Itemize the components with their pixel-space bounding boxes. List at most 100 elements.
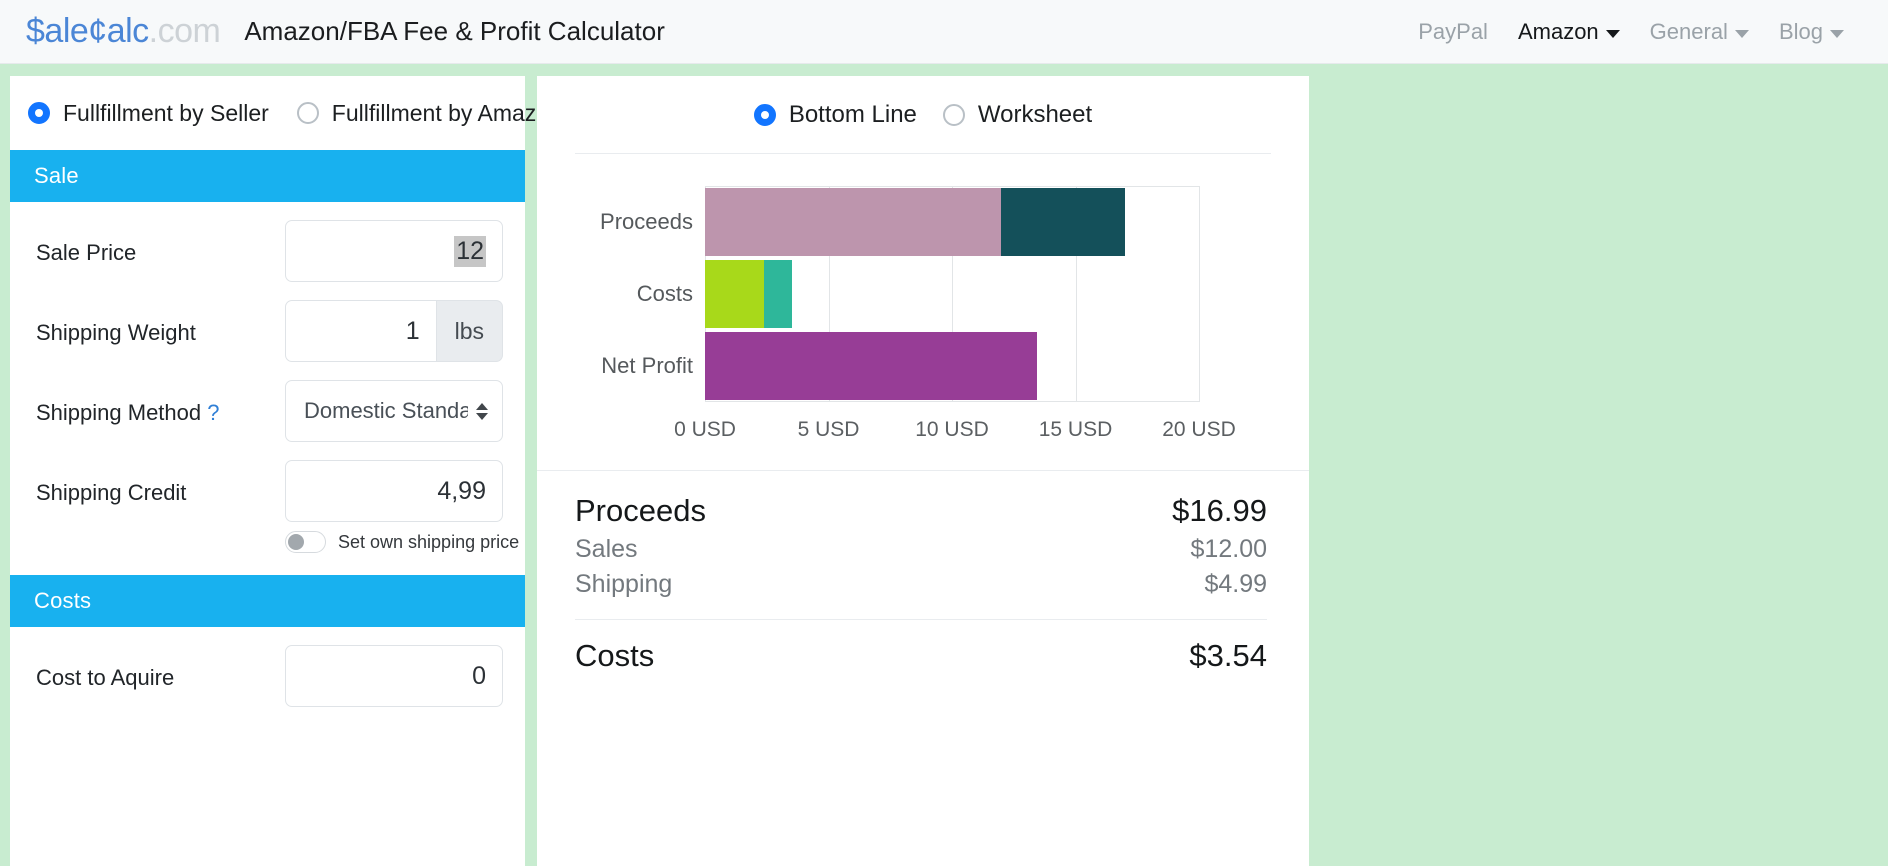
- label-shipping-credit: Shipping Credit: [36, 480, 187, 505]
- sale-price-value: 12: [454, 235, 486, 267]
- fulfillment-radio-group: Fullfillment by Seller Fullfillment by A…: [10, 76, 562, 150]
- radio-fulfillment-by-amazon[interactable]: Fullfillment by Amazon: [296, 99, 562, 127]
- select-updown-icon: [476, 402, 488, 420]
- set-own-shipping-row: Set own shipping price: [285, 531, 519, 553]
- chevron-down-icon: [1605, 29, 1620, 38]
- results-panel: Bottom Line Worksheet Proceeds Costs Net P…: [537, 76, 1309, 866]
- calculator-input-panel: Fullfillment by Seller Fullfillment by A…: [10, 76, 562, 866]
- set-own-shipping-label: Set own shipping price: [338, 531, 520, 552]
- logo-main-text: $ale¢alc: [26, 12, 149, 50]
- shipping-method-value: Domestic Standar: [304, 398, 468, 423]
- nav-item-amazon-label: Amazon: [1517, 18, 1599, 44]
- nav-item-general[interactable]: General: [1650, 19, 1749, 45]
- bottom-line-summary: Proceeds $16.99 Sales $12.00 Shipping $4…: [537, 471, 1309, 674]
- control-shipping-method: Domestic Standar: [285, 380, 503, 442]
- summary-row-proceeds: Proceeds $16.99: [575, 493, 1267, 529]
- chart-x-axis-ticks: 0 USD 5 USD 10 USD 15 USD 20 USD: [674, 418, 1236, 448]
- summary-value-sales: $12.00: [1190, 535, 1267, 563]
- radio-bottom-line[interactable]: Bottom Line: [753, 100, 917, 129]
- radio-label-amazon: Fullfillment by Amazon: [331, 99, 562, 126]
- top-navbar: $ale¢alc.com Amazon/FBA Fee & Profit Cal…: [0, 0, 1888, 64]
- chart-gridline: [1199, 186, 1200, 402]
- page-body: Fullfillment by Seller Fullfillment by A…: [0, 64, 1888, 866]
- chart-x-tick-label: 15 USD: [1038, 418, 1113, 441]
- chart-bar: [705, 260, 793, 328]
- cost-to-acquire-value: 0: [472, 661, 486, 690]
- toggle-knob: [288, 534, 304, 550]
- control-shipping-weight: 1 lbs: [285, 300, 503, 362]
- chart-category-label: Proceeds: [600, 208, 693, 234]
- radio-fulfillment-by-seller[interactable]: Fullfillment by Seller: [28, 100, 269, 127]
- radio-label-worksheet: Worksheet: [977, 100, 1093, 128]
- chevron-down-icon: [1830, 29, 1844, 38]
- summary-row-shipping: Shipping $4.99: [575, 570, 1267, 599]
- summary-label-costs: Costs: [575, 638, 655, 673]
- shipping-credit-value: 4,99: [437, 476, 486, 505]
- form-row-sale-price: Sale Price 12: [10, 202, 525, 282]
- label-shipping-method: Shipping Method ?: [36, 380, 285, 426]
- radio-label-seller: Fullfillment by Seller: [63, 99, 269, 126]
- view-toggle-radio-group: Bottom Line Worksheet: [575, 76, 1271, 154]
- chart-bar-segment: [705, 260, 765, 328]
- form-row-cost-to-acquire: Cost to Aquire 0: [10, 627, 525, 707]
- shipping-credit-input[interactable]: 4,99: [285, 460, 503, 522]
- help-icon[interactable]: ?: [207, 400, 219, 425]
- section-header-sale: Sale: [10, 150, 525, 202]
- summary-value-costs: $3.54: [1189, 638, 1267, 673]
- nav-item-amazon[interactable]: Amazon: [1518, 19, 1620, 45]
- chart-x-tick-label: 20 USD: [1162, 418, 1236, 441]
- logo-tld-text: .com: [148, 12, 221, 50]
- shipping-weight-unit: lbs: [436, 300, 503, 362]
- chart-bar: [705, 332, 1038, 400]
- nav-item-blog-label: Blog: [1778, 18, 1823, 44]
- chart-axis-top: [705, 186, 1199, 187]
- set-own-shipping-toggle[interactable]: [285, 531, 326, 553]
- form-row-shipping-weight: Shipping Weight 1 lbs: [10, 282, 525, 362]
- chart-x-tick-label: 5 USD: [797, 418, 860, 441]
- summary-divider: [575, 619, 1267, 620]
- summary-label-proceeds: Proceeds: [575, 493, 706, 528]
- summary-label-sales: Sales: [575, 535, 638, 563]
- site-logo[interactable]: $ale¢alc.com: [26, 12, 221, 51]
- chart-category-label: Costs: [636, 281, 693, 306]
- chart-bar-segment: [764, 260, 793, 328]
- chart-axis-bottom: [705, 401, 1199, 402]
- radio-indicator-bottom-line[interactable]: [753, 103, 776, 126]
- radio-label-bottom-line: Bottom Line: [788, 100, 917, 128]
- chart-bar-segment: [1001, 187, 1125, 256]
- main-nav: PayPal Amazon General Blog: [1418, 19, 1862, 45]
- control-shipping-credit: 4,99 Set own shipping price: [285, 460, 519, 553]
- shipping-method-select[interactable]: Domestic Standar: [285, 380, 503, 442]
- chart-x-tick-label: 0 USD: [674, 418, 736, 441]
- summary-label-shipping: Shipping: [575, 570, 673, 598]
- shipping-weight-group: 1 lbs: [285, 300, 503, 362]
- chart-category-label: Net Profit: [601, 353, 693, 378]
- summary-value-shipping: $4.99: [1204, 570, 1267, 598]
- cost-to-acquire-input[interactable]: 0: [285, 645, 503, 707]
- nav-item-blog[interactable]: Blog: [1779, 19, 1844, 45]
- radio-indicator-amazon[interactable]: [296, 102, 319, 124]
- nav-item-paypal-label: PayPal: [1418, 18, 1488, 44]
- chevron-down-icon: [1734, 29, 1749, 38]
- summary-value-proceeds: $16.99: [1172, 493, 1267, 528]
- label-cost-to-acquire: Cost to Aquire: [36, 665, 175, 690]
- sale-price-input[interactable]: 12: [285, 220, 503, 282]
- chart-bar: [705, 187, 1125, 256]
- label-sale-price: Sale Price: [36, 240, 137, 265]
- section-header-costs: Costs: [10, 575, 525, 627]
- radio-indicator-seller[interactable]: [28, 102, 50, 124]
- form-row-shipping-method: Shipping Method ? Domestic Standar: [10, 362, 525, 442]
- radio-worksheet[interactable]: Worksheet: [942, 100, 1093, 129]
- summary-row-costs: Costs $3.54: [575, 638, 1267, 674]
- radio-indicator-worksheet[interactable]: [942, 103, 965, 126]
- nav-item-paypal[interactable]: PayPal: [1418, 19, 1488, 45]
- chart-bar-segment: [705, 187, 1002, 256]
- page-title: Amazon/FBA Fee & Profit Calculator: [244, 16, 665, 46]
- label-shipping-method-text: Shipping Method: [36, 400, 202, 425]
- shipping-weight-input[interactable]: 1: [285, 300, 437, 362]
- control-cost-to-acquire: 0: [285, 645, 503, 707]
- chart-plot-area: Proceeds Costs Net Profit: [600, 186, 1200, 402]
- profit-breakdown-bar-chart: Proceeds Costs Net Profit 0 USD 5 USD 10 USD…: [575, 180, 1267, 470]
- nav-item-general-label: General: [1649, 18, 1728, 44]
- summary-row-sales: Sales $12.00: [575, 535, 1267, 564]
